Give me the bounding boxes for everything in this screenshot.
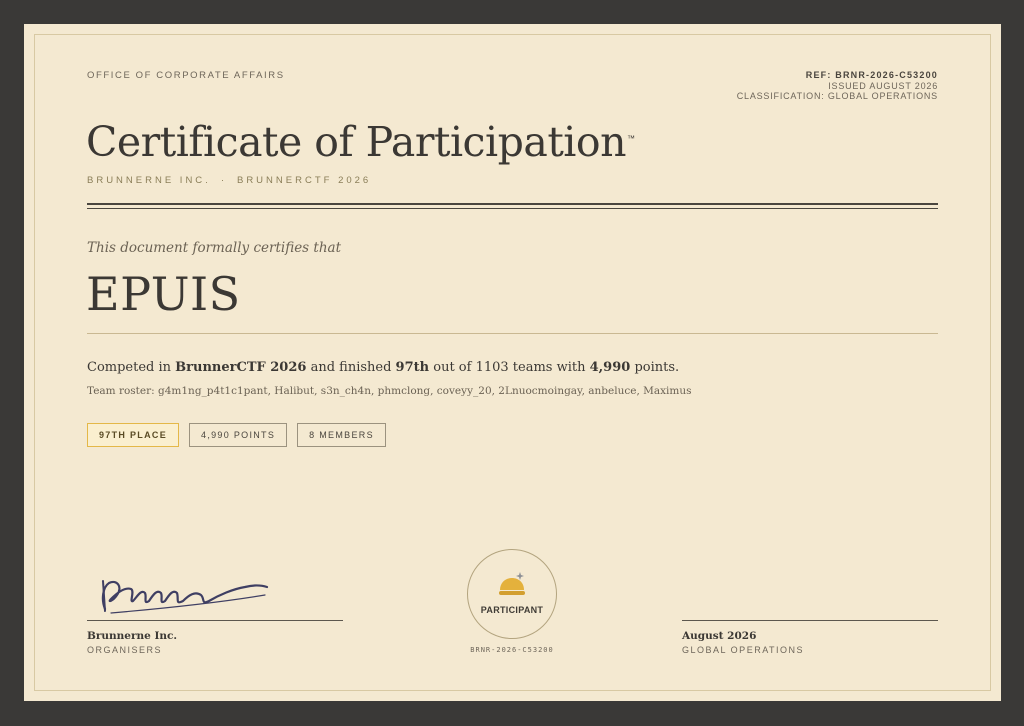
reference-block: REF: BRNR-2026-C53200 ISSUED AUGUST 2026…: [737, 70, 938, 102]
points-badge: 4,990 POINTS: [189, 423, 288, 447]
seal-reference: BRNR-2026-C53200: [470, 646, 554, 654]
date-signature-line: [682, 620, 938, 621]
event-name: BRUNNERCTF 2026: [236, 175, 372, 186]
reference-number: REF: BRNR-2026-C53200: [805, 70, 938, 80]
result-summary: Competed in BrunnerCTF 2026 and finished…: [87, 360, 679, 375]
recipient-name: EPUIS: [86, 267, 241, 321]
classification: CLASSIFICATION: GLOBAL OPERATIONS: [736, 91, 938, 101]
trademark-mark: ™: [627, 134, 635, 143]
certificate-paper: OFFICE OF CORPORATE AFFAIRS REF: BRNR-20…: [24, 24, 1001, 701]
issue-date: August 2026: [682, 630, 757, 642]
summary-points: 4,990: [589, 360, 631, 375]
organiser-name: Brunnerne Inc.: [87, 630, 178, 642]
organization-line: BRUNNERNE INC. · BRUNNERCTF 2026: [87, 175, 371, 186]
issued-date: ISSUED AUGUST 2026: [828, 80, 938, 91]
summary-text: out of 1103 teams with: [429, 360, 590, 375]
members-badge: 8 MEMBERS: [297, 423, 386, 447]
summary-ctf-name: BrunnerCTF 2026: [175, 360, 307, 375]
summary-text: and finished: [306, 360, 396, 375]
organiser-role: ORGANISERS: [87, 645, 163, 655]
bun-sparkle-icon: [499, 572, 525, 595]
title-divider: [87, 203, 938, 210]
summary-text: points.: [630, 360, 680, 375]
team-roster: Team roster: g4m1ng_p4t1c1pant, Halibut,…: [87, 385, 692, 397]
seal-label: PARTICIPANT: [480, 605, 544, 615]
organiser-signature-icon: [101, 580, 269, 614]
recipient-divider: [87, 333, 938, 334]
certificate-title-text: Certificate of Participation: [86, 118, 627, 166]
certifies-text: This document formally certifies that: [87, 240, 341, 256]
certificate-title: Certificate of Participation™: [86, 118, 635, 166]
place-badge: 97TH PLACE: [87, 423, 180, 447]
summary-text: Competed in: [87, 360, 176, 375]
office-label: OFFICE OF CORPORATE AFFAIRS: [87, 70, 285, 81]
org-name: BRUNNERNE INC.: [87, 175, 211, 186]
stat-badges: 97TH PLACE 4,990 POINTS 8 MEMBERS: [87, 423, 386, 447]
org-separator: ·: [220, 175, 227, 186]
participant-seal: PARTICIPANT: [467, 549, 557, 639]
organiser-signature-line: [87, 620, 343, 621]
date-role: GLOBAL OPERATIONS: [682, 645, 805, 655]
summary-place: 97th: [395, 360, 430, 375]
